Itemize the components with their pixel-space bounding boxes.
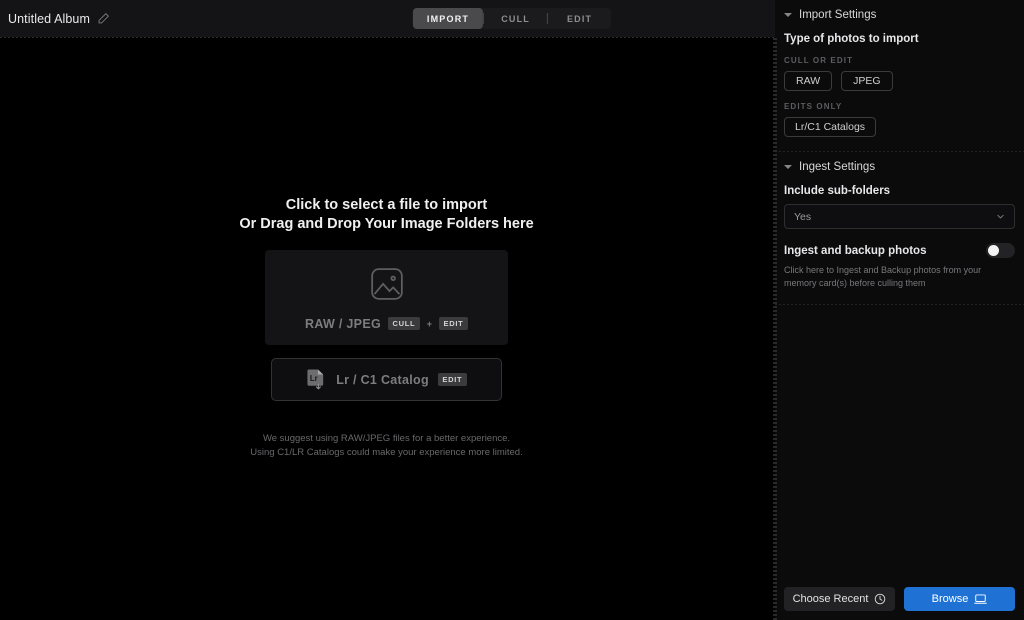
ingest-backup-row: Ingest and backup photos xyxy=(784,243,1015,258)
note-line-1: We suggest using RAW/JPEG files for a be… xyxy=(262,433,511,444)
monitor-icon xyxy=(974,593,988,605)
import-note: We suggest using RAW/JPEG files for a be… xyxy=(250,432,522,460)
group-label-cull-or-edit: CULL OR EDIT xyxy=(784,56,854,65)
badge-edit: EDIT xyxy=(439,317,468,330)
ingest-settings-title: Ingest Settings xyxy=(799,161,876,173)
section-import-settings: Import Settings Type of photos to import… xyxy=(775,0,1024,151)
import-settings-title: Import Settings xyxy=(799,9,877,21)
group-label-edits-only: EDITS ONLY xyxy=(784,102,843,111)
dropzone-catalog-label: Lr / C1 Catalog xyxy=(336,372,429,387)
sidebar-section-divider-2 xyxy=(775,304,1024,305)
sidebar-resize-handle[interactable] xyxy=(773,38,777,620)
import-settings-header[interactable]: Import Settings xyxy=(775,0,1024,27)
choose-recent-label: Choose Recent xyxy=(792,593,869,605)
sidebar-footer: Choose Recent Browse xyxy=(775,587,1024,611)
note-line-2: Using C1/LR Catalogs could make your exp… xyxy=(250,447,523,458)
import-canvas[interactable]: Click to select a file to import Or Drag… xyxy=(0,38,773,620)
clock-icon xyxy=(874,593,886,605)
chevron-down-icon[interactable] xyxy=(784,13,792,17)
ingest-settings-header[interactable]: Ingest Settings xyxy=(775,152,1024,179)
ingest-backup-help-line-1: Click here to Ingest and Backup photos f… xyxy=(784,265,982,275)
badge-catalog-edit: EDIT xyxy=(437,373,467,386)
import-settings-body: Type of photos to import CULL OR EDIT RA… xyxy=(775,33,1024,151)
headline-line-1: Click to select a file to import xyxy=(285,197,488,213)
chip-row-cull-or-edit: RAW JPEG xyxy=(784,71,1015,91)
app-window: Untitled Album IMPORT CULL EDIT Click to… xyxy=(0,0,1024,620)
tab-cull[interactable]: CULL xyxy=(484,8,547,29)
section-ingest-settings: Ingest Settings Include sub-folders Yes … xyxy=(775,152,1024,304)
dropzone-raw-label: RAW / JPEG xyxy=(305,316,381,331)
chip-row-edits-only: Lr/C1 Catalogs xyxy=(784,117,1015,137)
dropzone-raw-label-row: RAW / JPEG CULL + EDIT xyxy=(305,317,468,331)
chip-lr-c1-catalogs[interactable]: Lr/C1 Catalogs xyxy=(784,117,877,137)
album-title-group[interactable]: Untitled Album xyxy=(8,0,110,37)
chip-raw[interactable]: RAW xyxy=(784,71,833,91)
chip-jpeg[interactable]: JPEG xyxy=(841,71,893,91)
ingest-backup-toggle[interactable] xyxy=(986,243,1015,258)
include-subfolders-select[interactable]: Yes xyxy=(784,204,1015,229)
pencil-icon[interactable] xyxy=(97,12,110,25)
lightroom-catalog-icon: Lr xyxy=(306,368,327,391)
type-of-photos-label: Type of photos to import xyxy=(784,33,919,45)
chevron-down-icon-ingest[interactable] xyxy=(784,165,792,169)
include-subfolders-value: Yes xyxy=(794,210,812,223)
settings-sidebar: Import Settings Type of photos to import… xyxy=(773,0,1024,620)
badge-cull: CULL xyxy=(387,317,420,330)
ingest-backup-help-line-2: memory card(s) before culling them xyxy=(784,278,926,288)
badge-separator: + xyxy=(426,318,433,329)
album-title: Untitled Album xyxy=(8,11,90,26)
choose-recent-button[interactable]: Choose Recent xyxy=(784,587,895,611)
browse-button[interactable]: Browse xyxy=(904,587,1015,611)
ingest-backup-help: Click here to Ingest and Backup photos f… xyxy=(784,264,1015,304)
toggle-knob xyxy=(988,245,999,256)
image-icon xyxy=(368,265,406,317)
svg-text:Lr: Lr xyxy=(310,374,318,383)
tab-import[interactable]: IMPORT xyxy=(412,8,484,29)
ingest-backup-label: Ingest and backup photos xyxy=(784,244,927,257)
import-headline: Click to select a file to import Or Drag… xyxy=(239,196,533,234)
dropzone-raw-jpeg[interactable]: RAW / JPEG CULL + EDIT xyxy=(265,250,508,345)
chevron-down-icon-select xyxy=(996,212,1005,221)
mode-tabs: IMPORT CULL EDIT xyxy=(412,8,612,29)
tab-edit[interactable]: EDIT xyxy=(548,8,611,29)
dropzone-lr-c1-catalog[interactable]: Lr Lr / C1 Catalog EDIT xyxy=(271,358,502,401)
include-subfolders-label: Include sub-folders xyxy=(784,185,891,197)
browse-label: Browse xyxy=(931,593,969,605)
headline-line-2: Or Drag and Drop Your Image Folders here xyxy=(239,216,534,232)
ingest-settings-body: Include sub-folders Yes Ingest and backu… xyxy=(775,185,1024,304)
